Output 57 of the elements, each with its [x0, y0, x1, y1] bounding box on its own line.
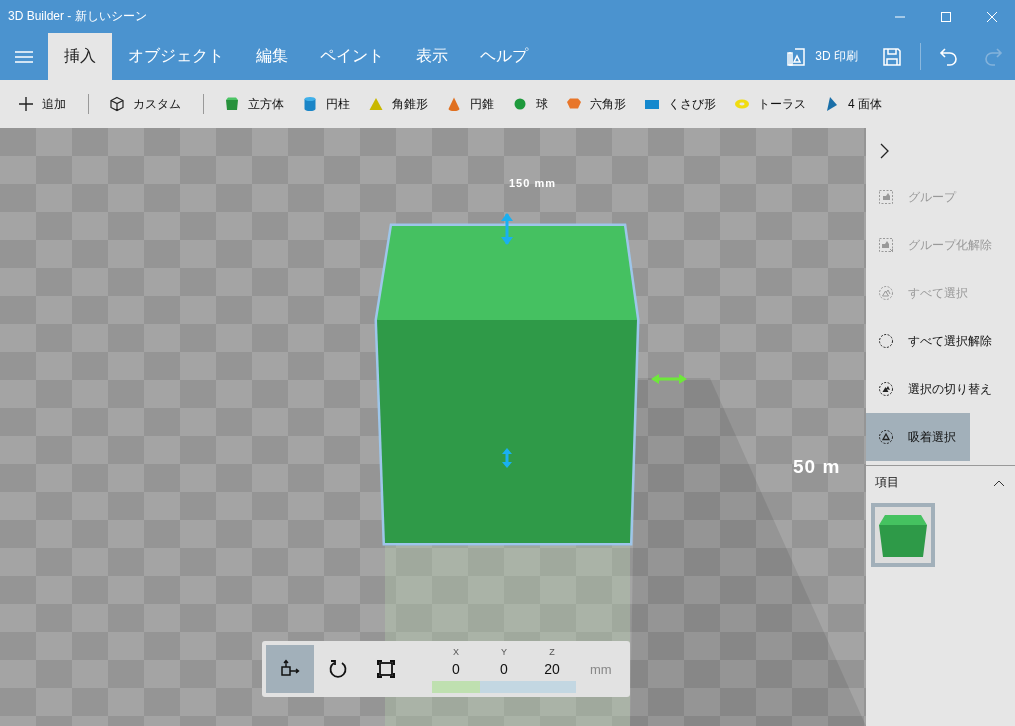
axis-color-bar: [528, 681, 576, 693]
menu-icon: [15, 50, 33, 63]
snap-icon: [878, 429, 894, 445]
menu-tab[interactable]: 挿入: [48, 33, 112, 80]
window-title: 3D Builder - 新しいシーン: [7, 8, 148, 25]
ungroup-icon: [878, 237, 894, 253]
insert-wedge-button[interactable]: くさび形: [636, 95, 726, 113]
scale-icon: [376, 659, 396, 679]
insert-cube-button[interactable]: 立方体: [216, 95, 294, 113]
rotate-icon: [328, 659, 348, 679]
dimension-label: 150 mm: [509, 177, 556, 189]
unit-label: mm: [589, 661, 613, 677]
cone-icon: [446, 96, 462, 112]
move-icon: [280, 659, 300, 679]
tetrahedron-icon: [824, 96, 840, 112]
selection-menu-item[interactable]: 吸着選択: [866, 413, 970, 461]
maximize-icon: [941, 11, 951, 22]
axis-label: X: [453, 647, 459, 657]
dimension-label: 50 m: [793, 456, 841, 478]
coordinate-field[interactable]: 0: [500, 661, 508, 677]
close-icon: [987, 11, 997, 22]
move-handle-icon[interactable]: [502, 448, 512, 468]
axis-color-bar: [480, 681, 528, 693]
chevron-right-icon[interactable]: [880, 142, 890, 159]
coordinate-field[interactable]: 0: [452, 661, 460, 677]
pyramid-icon: [368, 96, 384, 112]
hexagon-icon: [566, 96, 582, 112]
section-title: 項目: [875, 474, 899, 491]
coordinate-field[interactable]: 20: [544, 661, 560, 677]
height-handle-icon[interactable]: [501, 213, 513, 245]
insert-tetrahedron-button[interactable]: 4 面体: [816, 95, 892, 113]
add-icon: [18, 96, 34, 112]
insert-sphere-button[interactable]: 球: [504, 95, 558, 113]
cube-icon: [224, 96, 240, 112]
group-icon: [878, 189, 894, 205]
chevron-up-icon[interactable]: [993, 478, 1005, 487]
cylinder-icon: [302, 96, 318, 112]
toggle-icon: [878, 381, 894, 397]
axis-label: Y: [501, 647, 507, 657]
insert-cone-button[interactable]: 円錐: [438, 95, 504, 113]
selection-menu-item[interactable]: すべて選択解除: [866, 317, 998, 365]
selection-menu-item[interactable]: 選択の切り替え: [866, 365, 998, 413]
insert-torus-button[interactable]: トーラス: [726, 95, 816, 113]
axis-label: Z: [549, 647, 555, 657]
object-thumbnail[interactable]: [871, 503, 935, 567]
axis-color-bar: [432, 681, 480, 693]
insert-custom-button[interactable]: カスタム: [101, 95, 191, 113]
insert-pyramid-button[interactable]: 角錐形: [360, 95, 438, 113]
move-tool-button[interactable]: [266, 645, 314, 693]
insert-hexagon-button[interactable]: 六角形: [558, 95, 636, 113]
select-all-icon: [878, 285, 894, 301]
sphere-icon: [512, 96, 528, 112]
insert-cylinder-button[interactable]: 円柱: [294, 95, 360, 113]
insert-add-button[interactable]: 追加: [10, 95, 76, 113]
width-handle-icon[interactable]: [651, 374, 687, 384]
deselect-all-icon: [878, 333, 894, 349]
custom-icon: [109, 96, 125, 112]
